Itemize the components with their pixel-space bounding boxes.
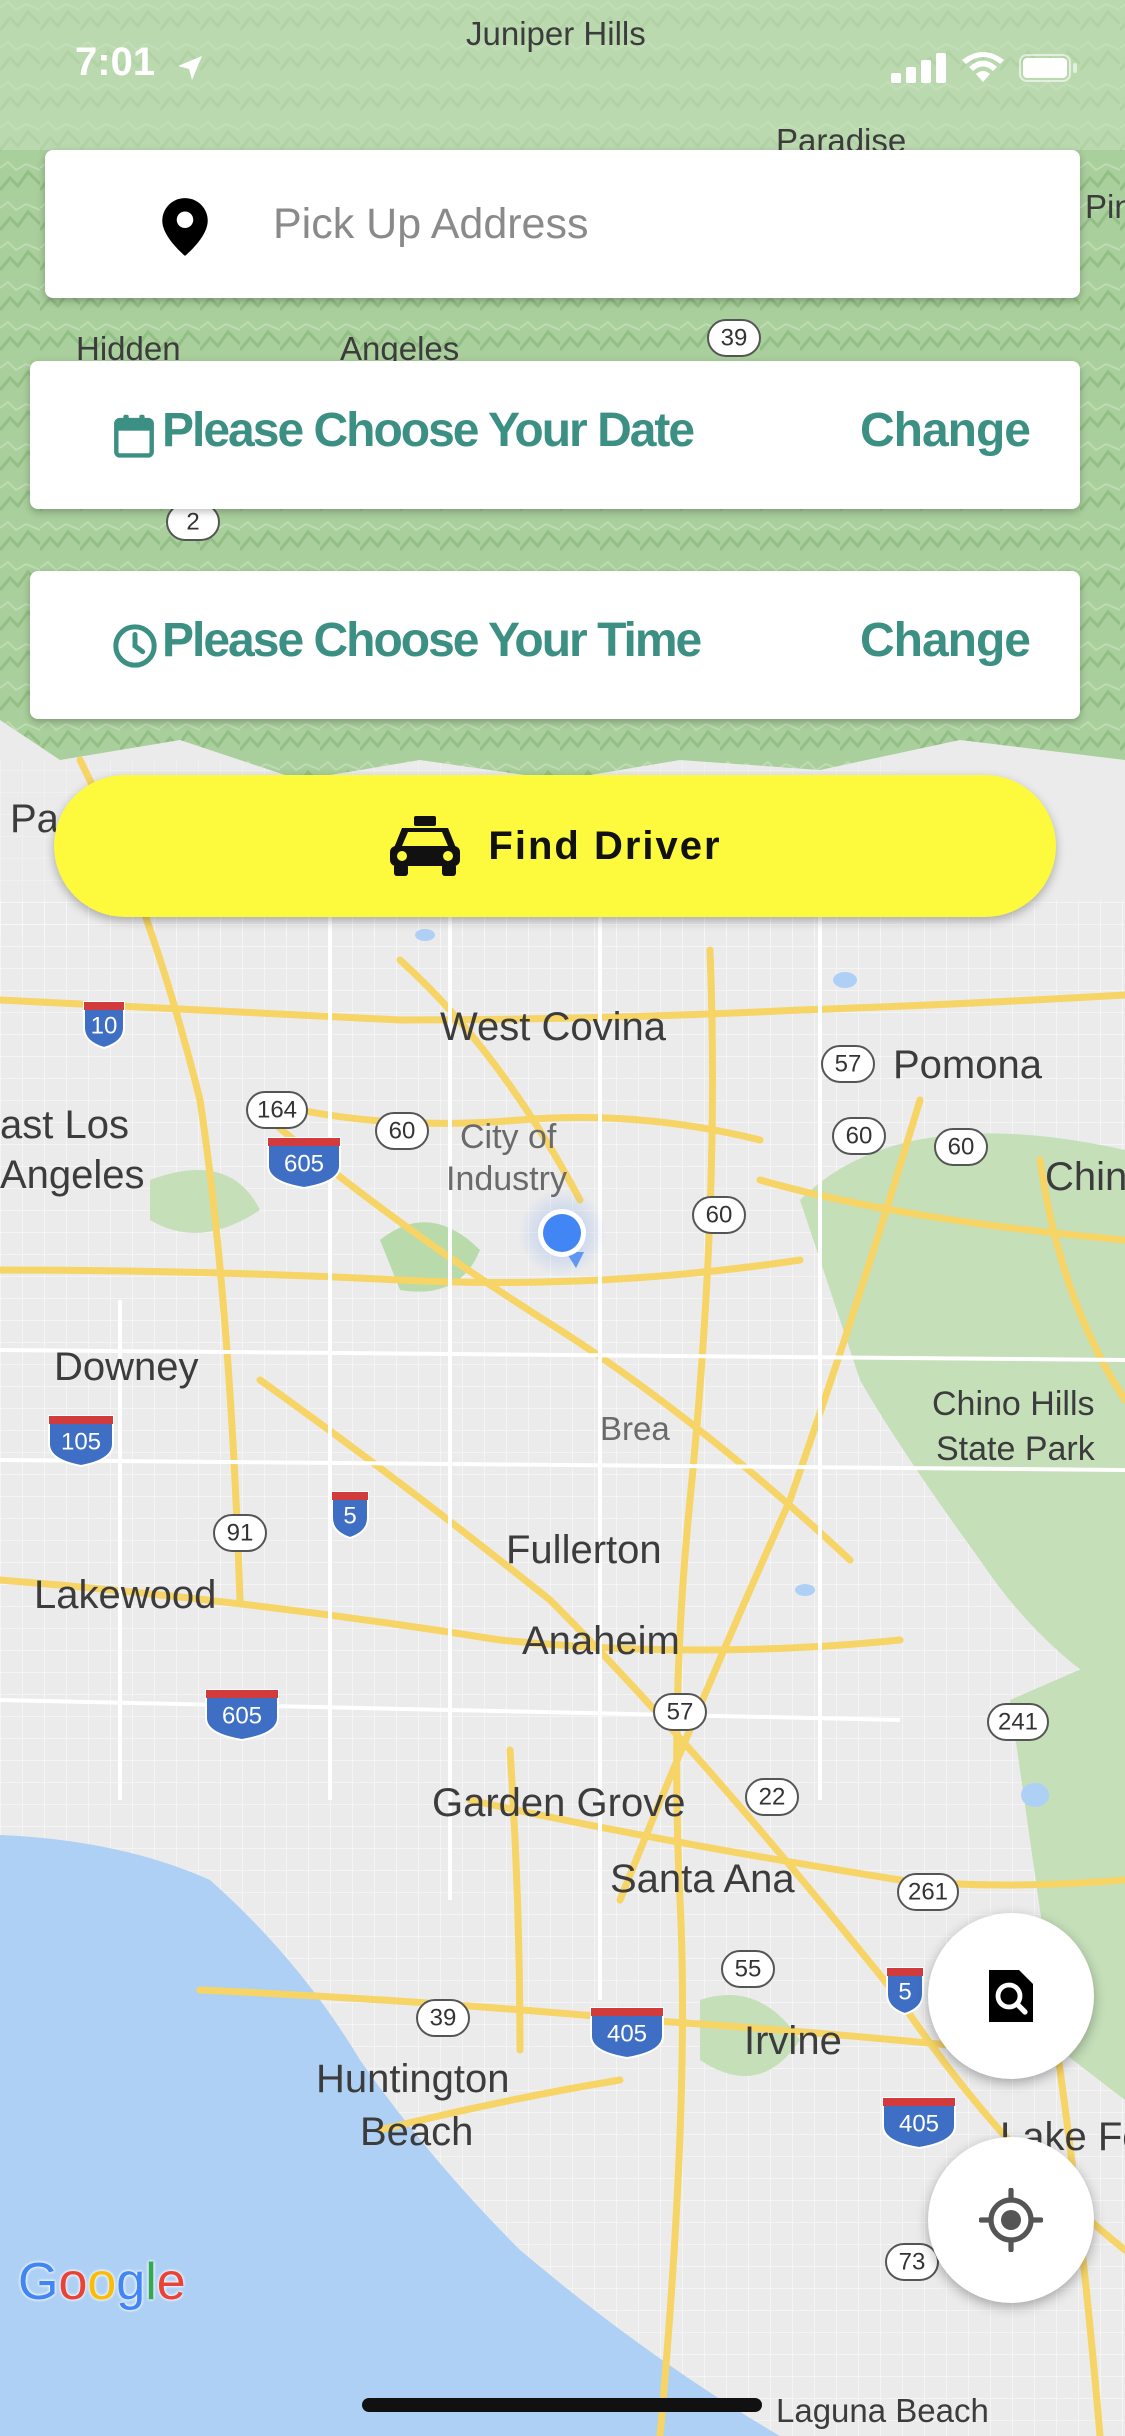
- search-map-button[interactable]: [928, 1913, 1094, 2079]
- map-pin-icon: [162, 198, 208, 256]
- route-shield-60: 60: [948, 1134, 975, 1161]
- my-location-button[interactable]: [928, 2137, 1094, 2303]
- cellular-signal-icon: [891, 53, 946, 83]
- interstate-shield-5: 5: [898, 1979, 911, 2006]
- crosshair-icon: [979, 2188, 1043, 2252]
- route-shield-60: 60: [846, 1123, 873, 1150]
- map-label-fullerton: Fullerton: [506, 1528, 662, 1572]
- location-arrow-icon: [178, 56, 202, 80]
- map-label-lakewood: Lakewood: [34, 1573, 216, 1617]
- route-shield-57: 57: [667, 1699, 694, 1726]
- map-label-pa: Pa: [10, 797, 60, 841]
- map-label-irvine: Irvine: [744, 2019, 842, 2063]
- map-label-downey: Downey: [54, 1345, 199, 1389]
- route-shield-2: 2: [186, 509, 199, 536]
- wifi-icon: [962, 52, 1004, 82]
- status-bar: 7:01: [0, 0, 1125, 135]
- route-shield-22: 22: [759, 1784, 786, 1811]
- map-label-brea: Brea: [600, 1410, 670, 1447]
- route-shield-39: 39: [721, 325, 748, 352]
- interstate-shield-105: 105: [61, 1429, 101, 1456]
- map-label-santa-ana: Santa Ana: [610, 1857, 795, 1901]
- find-driver-button[interactable]: Find Driver: [54, 775, 1056, 917]
- map-label-huntington-2: Beach: [360, 2110, 473, 2154]
- google-logo: Google: [18, 2253, 186, 2311]
- route-shield-241: 241: [998, 1709, 1038, 1736]
- route-shield-57: 57: [835, 1051, 862, 1078]
- interstate-shield-605: 605: [222, 1703, 262, 1730]
- map-label-laguna-beach: Laguna Beach: [776, 2392, 989, 2429]
- change-time-button[interactable]: Change: [860, 613, 1031, 668]
- interstate-shield-405: 405: [607, 2021, 647, 2048]
- map-label-chin: Chin: [1045, 1155, 1125, 1199]
- calendar-icon: [114, 414, 154, 458]
- route-shield-60: 60: [389, 1118, 416, 1145]
- map-label-pomona: Pomona: [893, 1043, 1043, 1087]
- map-label-huntington-1: Huntington: [316, 2057, 509, 2101]
- time-label: Please Choose Your Time: [162, 614, 702, 667]
- map-label-west-covina: West Covina: [440, 1005, 667, 1049]
- change-date-button[interactable]: Change: [860, 403, 1031, 458]
- user-location-marker: [518, 1189, 606, 1277]
- interstate-shield-5: 5: [343, 1503, 356, 1530]
- route-shield-91: 91: [227, 1520, 254, 1547]
- search-document-icon: [989, 1970, 1033, 2022]
- date-label: Please Choose Your Date: [162, 404, 695, 457]
- map-label-garden-grove: Garden Grove: [432, 1781, 685, 1825]
- interstate-shield-605: 605: [284, 1151, 324, 1178]
- date-picker-card[interactable]: Please Choose Your Date Change: [30, 361, 1080, 509]
- route-shield-164: 164: [257, 1097, 297, 1124]
- battery-icon: [1019, 54, 1077, 82]
- status-indicators: [891, 52, 1079, 84]
- map-label-east-los-1: ast Los: [0, 1103, 129, 1147]
- map-label-east-los-2: Angeles: [0, 1153, 145, 1197]
- home-indicator[interactable]: [362, 2398, 762, 2412]
- interstate-shield-405: 405: [899, 2111, 939, 2138]
- interstate-shield-10: 10: [91, 1013, 118, 1040]
- route-shield-73: 73: [899, 2249, 926, 2276]
- status-time: 7:01: [75, 40, 156, 84]
- pickup-address-card[interactable]: [45, 150, 1113, 298]
- route-shield-55: 55: [735, 1956, 762, 1983]
- map-label-chino-hills-2: State Park: [936, 1430, 1096, 1468]
- route-shield-261: 261: [908, 1879, 948, 1906]
- pickup-address-input[interactable]: [228, 180, 1113, 268]
- map-label-city-of: City of: [460, 1118, 557, 1156]
- route-shield-60: 60: [706, 1202, 733, 1229]
- taxi-icon: [390, 816, 461, 876]
- clock-icon: [113, 624, 157, 668]
- map-label-anaheim: Anaheim: [522, 1619, 680, 1663]
- map-label-chino-hills-1: Chino Hills: [932, 1385, 1095, 1423]
- route-shield-39: 39: [430, 2005, 457, 2032]
- find-driver-label: Find Driver: [488, 823, 722, 868]
- time-picker-card[interactable]: Please Choose Your Time Change: [30, 571, 1080, 719]
